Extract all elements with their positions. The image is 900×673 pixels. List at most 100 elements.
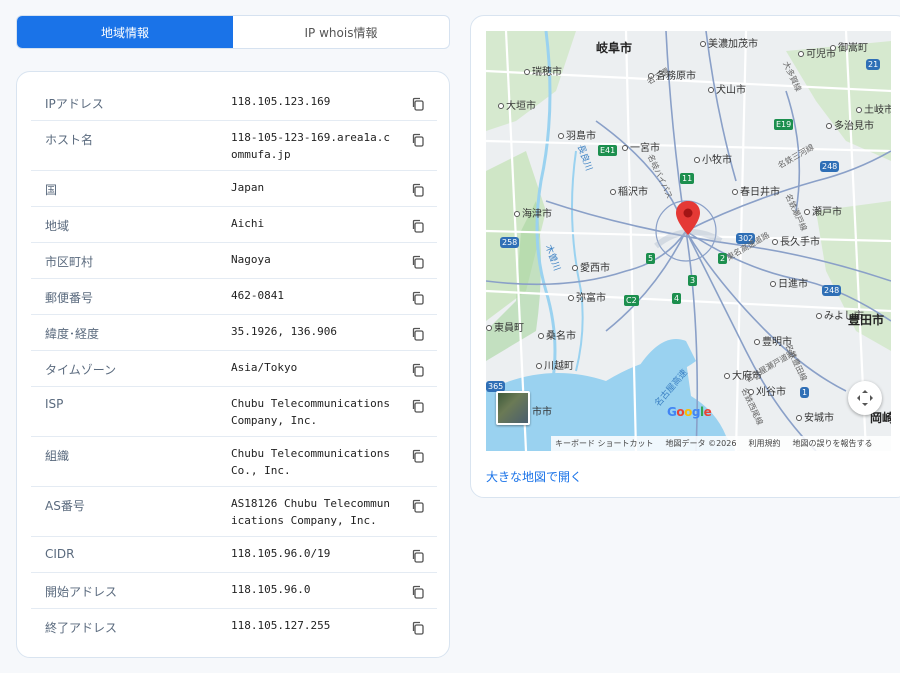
info-row: 開始アドレス 118.105.96.0 <box>31 573 437 609</box>
info-label: CIDR <box>45 547 75 561</box>
copy-icon[interactable] <box>411 363 425 377</box>
info-label: 国 <box>45 183 58 197</box>
google-logo: Google <box>667 405 712 419</box>
copy-icon[interactable] <box>411 585 425 599</box>
city-dot-icon <box>754 339 760 345</box>
tab-region-info[interactable]: 地域情報 <box>17 16 233 48</box>
report-error-link[interactable]: 地図の誤りを報告する <box>792 438 872 449</box>
city-dot-icon <box>708 87 714 93</box>
city-dot-icon <box>770 281 776 287</box>
city-dot-icon <box>538 333 544 339</box>
city-label-text: 小牧市 <box>702 155 732 166</box>
city-dot-icon <box>798 51 804 57</box>
road-shield-text: C2 <box>626 296 637 305</box>
copy-icon[interactable] <box>411 449 425 463</box>
city-label: 羽島市 <box>558 127 596 142</box>
copy-icon[interactable] <box>411 133 425 147</box>
info-label: 市区町村 <box>45 255 94 269</box>
city-dot-icon <box>486 325 492 331</box>
info-row: 終了アドレス 118.105.127.255 <box>31 609 437 645</box>
copy-icon[interactable] <box>411 549 425 563</box>
city-label: 多治見市 <box>826 117 874 132</box>
copy-icon[interactable] <box>411 255 425 269</box>
city-label: 海津市 <box>514 205 552 220</box>
road-shield-text: 248 <box>824 286 840 295</box>
city-label: 御嵩町 <box>830 39 868 54</box>
city-label: 安城市 <box>796 409 834 424</box>
info-value: 118-105-123-169.area1a.commufa.jp <box>231 131 390 161</box>
info-value: Chubu Telecommunications Company, Inc. <box>231 397 390 427</box>
copy-icon[interactable] <box>411 327 425 341</box>
info-row: 市区町村 Nagoya <box>31 243 437 279</box>
road-shield: E19 <box>774 119 794 130</box>
copy-icon[interactable] <box>411 183 425 197</box>
info-row: 地域 Aichi <box>31 207 437 243</box>
city-label-text: 大垣市 <box>506 101 536 112</box>
city-label: 小牧市 <box>694 151 732 166</box>
road-shield: E41 <box>598 145 618 156</box>
info-label: タイムゾーン <box>45 363 117 377</box>
copy-icon[interactable] <box>411 219 425 233</box>
location-pin-icon[interactable] <box>676 201 700 235</box>
city-label-text: 瑞穂市 <box>532 67 562 78</box>
road-shield: 1 <box>800 387 810 398</box>
fullscreen-button[interactable] <box>848 381 882 415</box>
city-dot-icon <box>498 103 504 109</box>
city-label: 美濃加茂市 <box>700 35 758 50</box>
road-shield-text: 1 <box>802 388 808 397</box>
copy-icon[interactable] <box>411 399 425 413</box>
city-label: 土岐市 <box>856 101 891 116</box>
info-value: 462-0841 <box>231 289 284 302</box>
city-label: 稲沢市 <box>610 183 648 198</box>
copy-icon[interactable] <box>411 97 425 111</box>
info-label: 緯度･経度 <box>45 327 100 341</box>
city-label-text: 瀬戸市 <box>812 207 842 218</box>
city-label: 春日井市 <box>732 183 780 198</box>
info-value: Japan <box>231 181 265 194</box>
road-shield-text: 21 <box>868 60 879 69</box>
city-label: 東員町 <box>486 319 524 334</box>
city-dot-icon <box>856 107 862 113</box>
copy-icon[interactable] <box>411 499 425 513</box>
info-row: 国 Japan <box>31 171 437 207</box>
city-dot-icon <box>796 415 802 421</box>
city-label-text: 日進市 <box>778 279 808 290</box>
info-label: IPアドレス <box>45 97 104 111</box>
info-table: IPアドレス 118.105.123.169 ホスト名 118-105-123-169… <box>31 85 437 645</box>
map-attribution: キーボード ショートカット 地図データ ©2026 利用規約 地図の誤りを報告す… <box>551 436 891 451</box>
copy-icon[interactable] <box>411 291 425 305</box>
city-label-text: 刈谷市 <box>756 387 786 398</box>
satellite-toggle[interactable] <box>496 391 530 425</box>
info-value: Aichi <box>231 217 265 230</box>
city-label-text: 稲沢市 <box>618 187 648 198</box>
city-dot-icon <box>826 123 832 129</box>
tab-ip-whois[interactable]: IP whois情報 <box>233 16 449 48</box>
info-label: 開始アドレス <box>45 585 118 599</box>
city-label: 長久手市 <box>772 233 820 248</box>
info-row: 組織 Chubu Telecommunications Co., Inc. <box>31 437 437 487</box>
city-dot-icon <box>568 295 574 301</box>
keyboard-shortcuts-link[interactable]: キーボード ショートカット <box>555 438 654 449</box>
info-label: ISP <box>45 397 64 411</box>
info-value: 35.1926, 136.906 <box>231 325 337 338</box>
terms-link[interactable]: 利用規約 <box>748 438 780 449</box>
city-label-text: 東員町 <box>494 323 524 334</box>
city-label-text: 一宮市 <box>630 143 660 154</box>
map[interactable]: 岐阜市 美濃加茂市 可児市 御嵩町 瑞穂市 各務原市 犬山市 大垣市 土岐市 羽島市 多治見市 一宮市… <box>486 31 891 451</box>
copy-icon[interactable] <box>411 621 425 635</box>
road-shield-text: E19 <box>776 120 792 129</box>
road-shield: 3 <box>688 275 698 286</box>
city-dot-icon <box>558 133 564 139</box>
open-large-map-link[interactable]: 大きな地図で開く <box>486 468 582 485</box>
city-dot-icon <box>804 209 810 215</box>
road-shield-text: 258 <box>502 238 518 247</box>
expand-arrows-icon <box>857 390 873 406</box>
city-dot-icon <box>524 69 530 75</box>
city-label: 瑞穂市 <box>524 63 562 78</box>
info-value: Asia/Tokyo <box>231 361 298 374</box>
map-card: 岐阜市 美濃加茂市 可児市 御嵩町 瑞穂市 各務原市 犬山市 大垣市 土岐市 羽島市 多治見市 一宮市… <box>470 15 900 498</box>
info-row: ホスト名 118-105-123-169.area1a.commufa.jp <box>31 121 437 171</box>
info-label: 地域 <box>45 219 70 233</box>
city-label-text: 御嵩町 <box>838 43 868 54</box>
city-dot-icon <box>816 313 822 319</box>
